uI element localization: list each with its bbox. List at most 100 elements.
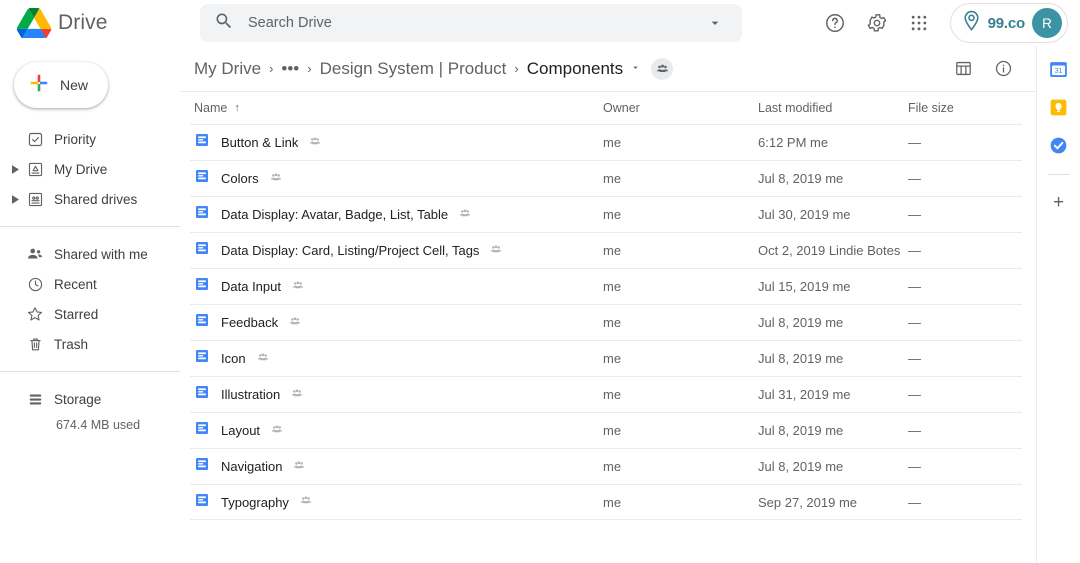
google-tasks-icon[interactable] xyxy=(1048,134,1070,156)
column-header-owner[interactable]: Owner xyxy=(603,101,758,115)
file-name-cell[interactable]: Icon xyxy=(194,348,603,369)
nav-group-secondary: Shared with me Recent xyxy=(0,233,180,365)
sidebar-item-label: Recent xyxy=(54,277,97,292)
file-owner: me xyxy=(603,135,758,150)
file-size: — xyxy=(908,279,1018,294)
file-last-modified: Jul 8, 2019 me xyxy=(758,351,908,366)
plus-multicolor-icon xyxy=(28,72,50,99)
help-circle-icon[interactable] xyxy=(816,4,854,42)
sidebar-divider-2 xyxy=(0,371,180,372)
search-box[interactable] xyxy=(200,4,742,42)
table-row[interactable]: Colors meJul 8, 2019 me— xyxy=(190,160,1022,196)
column-header-name[interactable]: Name ↑ xyxy=(194,101,603,115)
svg-text:31: 31 xyxy=(1055,68,1063,75)
google-calendar-icon[interactable]: 31 xyxy=(1048,58,1070,80)
file-name-cell[interactable]: Illustration xyxy=(194,384,603,405)
file-name-cell[interactable]: Data Display: Avatar, Badge, List, Table xyxy=(194,204,603,225)
sidebar-item-trash[interactable]: Trash xyxy=(0,329,170,359)
column-header-file-size[interactable]: File size xyxy=(908,101,1018,115)
shared-drives-icon xyxy=(22,191,48,208)
file-name-cell[interactable]: Layout xyxy=(194,420,603,441)
expander-triangle-icon[interactable] xyxy=(8,165,22,174)
sidebar-item-shared-with-me[interactable]: Shared with me xyxy=(0,239,170,269)
table-row[interactable]: Feedback meJul 8, 2019 me— xyxy=(190,304,1022,340)
sidebar-item-priority[interactable]: Priority xyxy=(0,124,170,154)
apps-grid-icon[interactable] xyxy=(900,4,938,42)
table-row[interactable]: Typography meSep 27, 2019 me— xyxy=(190,484,1022,520)
sidebar-item-my-drive[interactable]: My Drive xyxy=(0,154,170,184)
breadcrumb-item-my-drive[interactable]: My Drive xyxy=(190,56,265,82)
file-name: Colors xyxy=(221,171,259,186)
file-name-cell[interactable]: Navigation xyxy=(194,456,603,477)
table-row[interactable]: Icon meJul 8, 2019 me— xyxy=(190,340,1022,376)
chevron-down-icon[interactable] xyxy=(630,62,641,75)
file-owner: me xyxy=(603,243,758,258)
file-name-cell[interactable]: Typography xyxy=(194,492,603,513)
shared-people-icon xyxy=(289,314,301,332)
brand[interactable]: Drive xyxy=(16,8,188,38)
breadcrumb-separator: › xyxy=(269,61,273,76)
main-content: My Drive › ••• › Design System | Product… xyxy=(180,46,1036,563)
location-pin-icon xyxy=(962,10,981,37)
file-name-cell[interactable]: Feedback xyxy=(194,312,603,333)
file-name: Data Input xyxy=(221,279,281,294)
file-size: — xyxy=(908,207,1018,222)
search-options-button[interactable] xyxy=(696,4,734,42)
table-row[interactable]: Navigation meJul 8, 2019 me— xyxy=(190,448,1022,484)
workspace-badge[interactable]: 99.co R xyxy=(950,3,1068,43)
grid-view-icon[interactable] xyxy=(944,50,982,88)
breadcrumb-item-design-system[interactable]: Design System | Product xyxy=(316,56,511,82)
shared-people-icon xyxy=(459,206,471,224)
table-row[interactable]: Layout meJul 8, 2019 me— xyxy=(190,412,1022,448)
file-name-cell[interactable]: Button & Link xyxy=(194,132,603,153)
table-row[interactable]: Data Display: Card, Listing/Project Cell… xyxy=(190,232,1022,268)
file-size: — xyxy=(908,135,1018,150)
plus-icon[interactable]: + xyxy=(1053,193,1064,212)
people-group-icon[interactable] xyxy=(651,58,673,80)
sidebar-divider-1 xyxy=(0,226,180,227)
search-input[interactable] xyxy=(234,14,696,32)
table-row[interactable]: Data Input meJul 15, 2019 me— xyxy=(190,268,1022,304)
my-drive-icon xyxy=(22,161,48,178)
google-keep-icon[interactable] xyxy=(1048,96,1070,118)
google-slides-icon xyxy=(194,204,210,225)
breadcrumb-item-ellipsis[interactable]: ••• xyxy=(277,56,303,82)
breadcrumb-actions xyxy=(944,50,1022,88)
file-name: Illustration xyxy=(221,387,280,402)
storage-used-label: 674.4 MB used xyxy=(0,418,180,432)
google-slides-icon xyxy=(194,492,210,513)
sidebar-item-recent[interactable]: Recent xyxy=(0,269,170,299)
shared-people-icon xyxy=(270,170,282,188)
rail-divider xyxy=(1048,174,1070,175)
gear-icon[interactable] xyxy=(858,4,896,42)
file-name: Button & Link xyxy=(221,135,298,150)
file-name-cell[interactable]: Colors xyxy=(194,168,603,189)
file-name: Data Display: Card, Listing/Project Cell… xyxy=(221,243,479,258)
table-row[interactable]: Data Display: Avatar, Badge, List, Table… xyxy=(190,196,1022,232)
table-row[interactable]: Illustration meJul 31, 2019 me— xyxy=(190,376,1022,412)
trash-icon xyxy=(22,336,48,353)
top-bar: Drive xyxy=(0,0,1080,46)
file-owner: me xyxy=(603,387,758,402)
google-slides-icon xyxy=(194,456,210,477)
shared-people-icon xyxy=(257,350,269,368)
google-slides-icon xyxy=(194,132,210,153)
breadcrumb-item-components[interactable]: Components xyxy=(523,56,627,82)
sidebar-item-label: Shared with me xyxy=(54,247,148,262)
sidebar-item-starred[interactable]: Starred xyxy=(0,299,170,329)
new-button[interactable]: New xyxy=(14,62,108,108)
avatar[interactable]: R xyxy=(1032,8,1062,38)
column-header-last-modified[interactable]: Last modified xyxy=(758,101,908,115)
file-name-cell[interactable]: Data Display: Card, Listing/Project Cell… xyxy=(194,240,603,261)
file-size: — xyxy=(908,171,1018,186)
file-last-modified: Jul 8, 2019 me xyxy=(758,171,908,186)
file-name-cell[interactable]: Data Input xyxy=(194,276,603,297)
expander-triangle-icon[interactable] xyxy=(8,195,22,204)
file-owner: me xyxy=(603,315,758,330)
info-circle-icon[interactable] xyxy=(984,50,1022,88)
nav-group-primary: Priority My Drive xyxy=(0,118,180,220)
sidebar-item-shared-drives[interactable]: Shared drives xyxy=(0,184,170,214)
sidebar-item-storage[interactable]: Storage xyxy=(0,384,170,414)
file-owner: me xyxy=(603,459,758,474)
table-row[interactable]: Button & Link me6:12 PM me— xyxy=(190,124,1022,160)
